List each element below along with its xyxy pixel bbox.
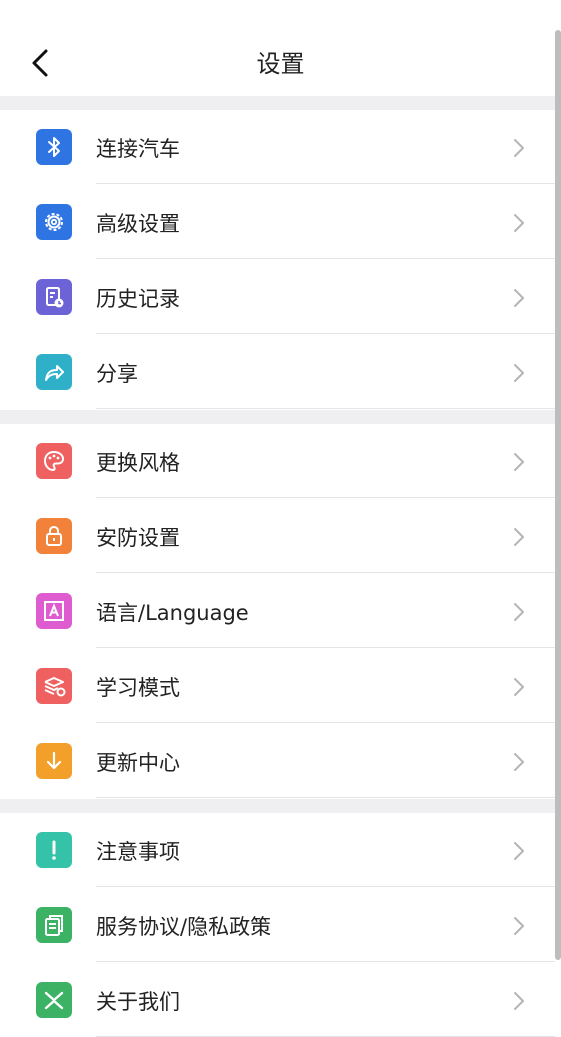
settings-row-learning-layers[interactable]: 学习模式: [0, 649, 555, 723]
chevron-right-icon: [512, 751, 526, 773]
settings-row-label: 分享: [96, 362, 138, 386]
section-separator: [0, 799, 555, 813]
settings-row-label: 更换风格: [96, 451, 180, 475]
row-divider: [96, 572, 555, 573]
history-record-icon: [36, 279, 72, 315]
settings-row-label: 高级设置: [96, 212, 180, 236]
chevron-right-icon: [512, 676, 526, 698]
row-divider: [96, 797, 555, 798]
row-divider: [96, 722, 555, 723]
section-separator: [0, 96, 555, 110]
row-divider: [96, 183, 555, 184]
settings-row-label: 连接汽车: [96, 137, 180, 161]
share-icon: [36, 354, 72, 390]
chevron-right-icon: [512, 601, 526, 623]
chevron-right-icon: [512, 526, 526, 548]
row-divider: [96, 961, 555, 962]
chevron-right-icon: [512, 990, 526, 1012]
chevron-right-icon: [512, 915, 526, 937]
scrollbar[interactable]: [555, 30, 561, 960]
settings-row-about-us[interactable]: 关于我们: [0, 963, 555, 1037]
settings-row-download-arrow[interactable]: 更新中心: [0, 724, 555, 798]
lock-icon: [36, 518, 72, 554]
chevron-right-icon: [512, 840, 526, 862]
settings-row-document[interactable]: 服务协议/隐私政策: [0, 888, 555, 962]
settings-row-palette[interactable]: 更换风格: [0, 424, 555, 498]
settings-row-label: 注意事项: [96, 840, 180, 864]
settings-row-label: 安防设置: [96, 526, 180, 550]
settings-row-label: 关于我们: [96, 990, 180, 1014]
row-divider: [96, 258, 555, 259]
settings-row-exclamation[interactable]: 注意事项: [0, 813, 555, 887]
exclamation-icon: [36, 832, 72, 868]
settings-row-bluetooth[interactable]: 连接汽车: [0, 110, 555, 184]
row-divider: [96, 886, 555, 887]
row-divider: [96, 333, 555, 334]
palette-icon: [36, 443, 72, 479]
row-divider: [96, 647, 555, 648]
learning-layers-icon: [36, 668, 72, 704]
page-title: 设置: [256, 50, 305, 78]
about-us-icon: [36, 982, 72, 1018]
settings-row-label: 更新中心: [96, 751, 180, 775]
top-bar: 设置: [0, 0, 561, 96]
settings-row-lock[interactable]: 安防设置: [0, 499, 555, 573]
download-arrow-icon: [36, 743, 72, 779]
document-icon: [36, 907, 72, 943]
settings-row-label: 语言/Language: [96, 601, 249, 625]
bluetooth-icon: [36, 129, 72, 165]
settings-row-share[interactable]: 分享: [0, 335, 555, 409]
settings-row-label: 服务协议/隐私政策: [96, 915, 272, 939]
gear-icon: [36, 204, 72, 240]
settings-row-gear[interactable]: 高级设置: [0, 185, 555, 259]
chevron-right-icon: [512, 362, 526, 384]
row-divider: [96, 497, 555, 498]
section-separator: [0, 410, 555, 424]
chevron-right-icon: [512, 212, 526, 234]
chevron-right-icon: [512, 137, 526, 159]
chevron-right-icon: [512, 287, 526, 309]
language-icon: [36, 593, 72, 629]
settings-row-history-record[interactable]: 历史记录: [0, 260, 555, 334]
settings-row-language[interactable]: 语言/Language: [0, 574, 555, 648]
settings-row-label: 学习模式: [96, 676, 180, 700]
chevron-right-icon: [512, 451, 526, 473]
settings-row-label: 历史记录: [96, 287, 180, 311]
row-divider: [96, 408, 555, 409]
